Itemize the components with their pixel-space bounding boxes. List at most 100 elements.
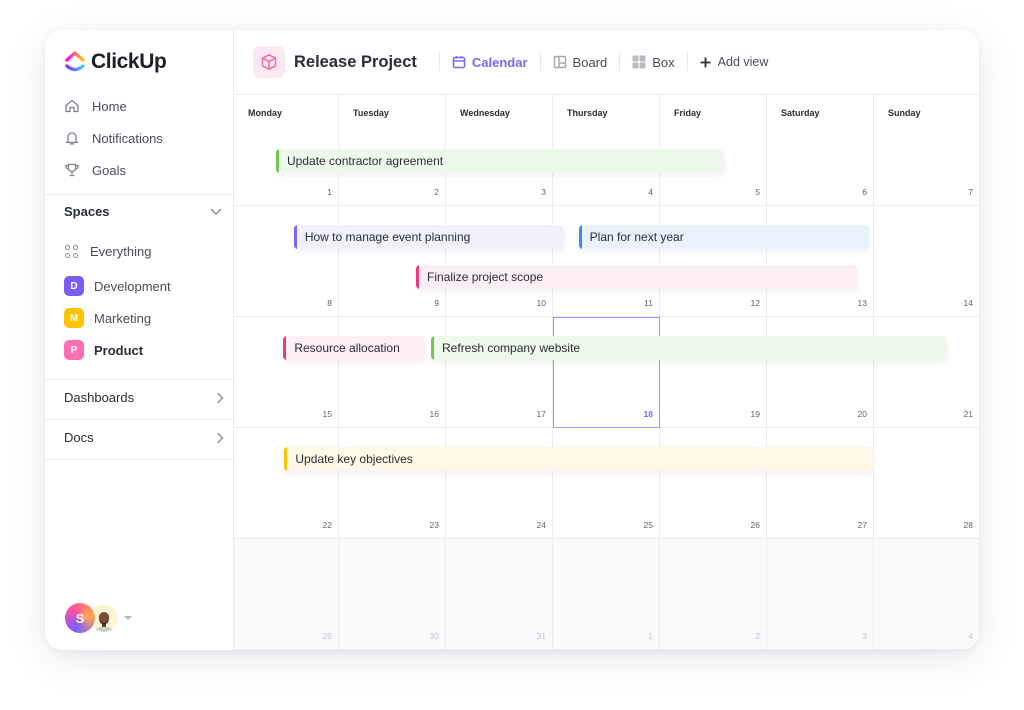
dashboards-label: Dashboards — [64, 390, 135, 405]
weekday-header: Tuesday — [353, 108, 389, 118]
calendar-day-cell[interactable]: 28 — [874, 428, 979, 539]
calendar-day-cell[interactable]: 23 — [339, 428, 446, 539]
calendar-day-cell[interactable]: 13 — [767, 206, 874, 317]
calendar-event[interactable]: Refresh company website — [431, 336, 948, 360]
calendar-day-cell[interactable]: 3 — [767, 539, 874, 650]
calendar-day-cell[interactable]: 12 — [660, 206, 767, 317]
chevron-down-icon[interactable] — [210, 208, 222, 216]
space-badge: P — [64, 340, 84, 360]
dashboards-link[interactable]: Dashboards — [64, 390, 224, 405]
clickup-logo[interactable]: ClickUp — [65, 50, 167, 74]
user-menu[interactable]: S — [65, 603, 132, 633]
separator — [539, 53, 541, 71]
space-label: Marketing — [94, 310, 152, 326]
day-number: 9 — [434, 298, 439, 308]
day-number: 17 — [536, 409, 546, 419]
calendar-day-cell[interactable]: 1 — [553, 539, 660, 650]
calendar-day-cell[interactable]: 17 — [446, 317, 553, 428]
day-number: 5 — [755, 187, 760, 197]
day-number: 11 — [644, 298, 653, 308]
day-number: 21 — [963, 409, 973, 419]
calendar-event[interactable]: Resource allocation — [283, 336, 425, 360]
tab-label: Board — [572, 54, 608, 70]
calendar-day-cell[interactable]: 27 — [767, 428, 874, 539]
caret-down-icon[interactable] — [124, 616, 132, 620]
day-number: 14 — [963, 298, 973, 308]
calendar-day-cell[interactable]: 9 — [339, 206, 446, 317]
calendar-day-cell[interactable]: 15 — [234, 317, 339, 428]
nav-item-goals[interactable]: Goals — [64, 154, 224, 186]
calendar-day-cell-today[interactable]: 18 — [553, 317, 660, 428]
weekday-header: Sunday — [888, 108, 921, 118]
tab-calendar[interactable]: Calendar — [448, 55, 532, 70]
calendar-day-cell[interactable]: Sunday 7 — [874, 95, 979, 206]
calendar-day-cell[interactable]: 30 — [339, 539, 446, 650]
docs-link[interactable]: Docs — [64, 430, 224, 445]
calendar-event[interactable]: How to manage event planning — [293, 225, 564, 249]
avatar-user[interactable]: S — [65, 603, 95, 633]
day-number: 29 — [322, 631, 332, 641]
tab-box[interactable]: Box — [628, 55, 678, 70]
calendar-day-cell[interactable]: Saturday 6 — [767, 95, 874, 206]
main-nav: Home Notifications Goals — [64, 90, 224, 186]
calendar-day-cell[interactable]: 20 — [767, 317, 874, 428]
day-number: 13 — [857, 298, 867, 308]
space-label: Development — [94, 278, 171, 294]
calendar-day-cell[interactable]: 31 — [446, 539, 553, 650]
calendar-day-cell[interactable]: 24 — [446, 428, 553, 539]
day-number: 23 — [429, 520, 439, 530]
calendar-event[interactable]: Finalize project scope — [416, 265, 858, 289]
calendar-event[interactable]: Update key objectives — [284, 447, 874, 471]
day-number: 6 — [862, 187, 867, 197]
day-number: 2 — [755, 631, 760, 641]
nav-item-notifications[interactable]: Notifications — [64, 122, 224, 154]
calendar-day-cell[interactable]: 11 — [553, 206, 660, 317]
separator — [619, 53, 621, 71]
calendar-day-cell[interactable]: 2 — [660, 539, 767, 650]
day-number: 10 — [536, 298, 546, 308]
space-item-everything[interactable]: Everything — [64, 235, 224, 267]
calendar-day-cell[interactable]: 26 — [660, 428, 767, 539]
tab-board[interactable]: Board — [549, 55, 612, 70]
calendar-day-cell[interactable]: 29 — [234, 539, 339, 650]
weekday-header: Thursday — [567, 108, 608, 118]
nav-label: Goals — [92, 162, 126, 178]
add-view-button[interactable]: Add view — [696, 55, 773, 69]
day-number: 3 — [541, 187, 546, 197]
box-icon — [632, 55, 646, 69]
plus-icon — [700, 57, 711, 67]
day-number: 26 — [750, 520, 760, 530]
nav-item-home[interactable]: Home — [64, 90, 224, 122]
calendar-day-cell[interactable]: 10 — [446, 206, 553, 317]
divider — [45, 419, 234, 420]
calendar-day-cell[interactable]: 16 — [339, 317, 446, 428]
calendar-day-cell[interactable]: 25 — [553, 428, 660, 539]
weekday-header: Wednesday — [460, 108, 510, 118]
space-item-development[interactable]: D Development — [64, 270, 224, 302]
space-item-product[interactable]: P Product — [64, 334, 224, 366]
calendar-event[interactable]: Plan for next year — [578, 225, 869, 249]
calendar-day-cell[interactable]: 19 — [660, 317, 767, 428]
spaces-header[interactable]: Spaces — [64, 204, 222, 219]
event-title: Update contractor agreement — [287, 154, 444, 168]
day-number: 7 — [968, 187, 973, 197]
calendar-day-cell[interactable]: 8 — [234, 206, 339, 317]
chevron-right-icon — [217, 392, 224, 403]
space-list: Everything D Development M Marketing P P… — [64, 235, 224, 366]
day-number: 19 — [750, 409, 760, 419]
day-number: 18 — [643, 409, 653, 419]
spaces-label: Spaces — [64, 204, 110, 219]
calendar-day-cell[interactable]: 22 — [234, 428, 339, 539]
divider — [45, 459, 234, 460]
nav-label: Home — [92, 98, 127, 114]
separator — [438, 53, 440, 71]
weekday-header: Monday — [248, 108, 283, 118]
calendar-day-cell[interactable]: 21 — [874, 317, 979, 428]
day-number: 22 — [322, 520, 332, 530]
calendar-day-cell[interactable]: 14 — [874, 206, 979, 317]
calendar-event[interactable]: Update contractor agreement — [276, 149, 725, 173]
space-item-marketing[interactable]: M Marketing — [64, 302, 224, 334]
calendar-day-cell[interactable]: 4 — [874, 539, 979, 650]
day-number: 24 — [536, 520, 546, 530]
space-badge: M — [64, 308, 84, 328]
